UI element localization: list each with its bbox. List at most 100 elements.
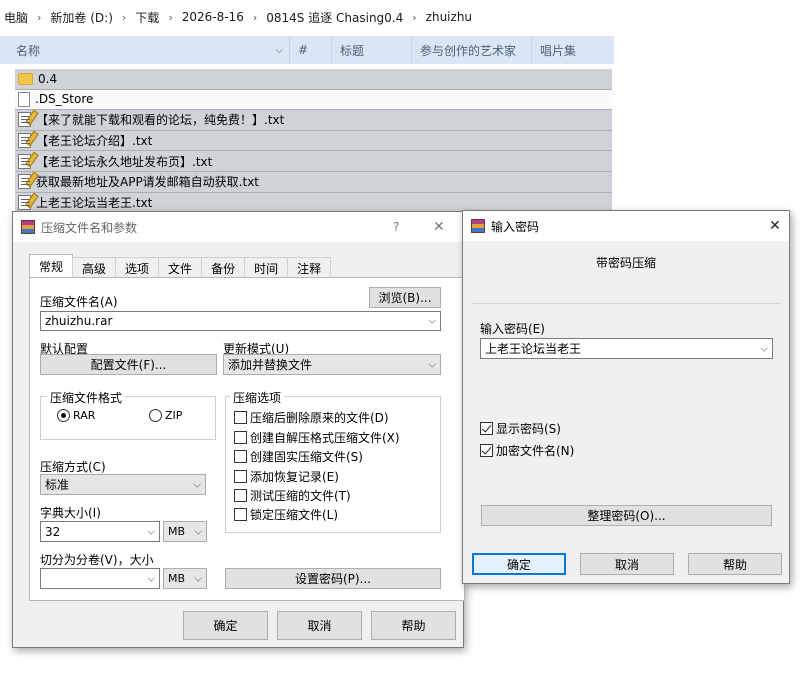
update-mode-value: 添加并替换文件 [228,358,313,372]
file-name: .DS_Store [35,92,94,107]
tab-files[interactable]: 文件 [158,257,203,278]
file-name: 【老王论坛介绍】.txt [36,134,153,149]
add-recovery-record-checkbox[interactable]: 添加恢复记录(E) [234,468,339,485]
browse-button[interactable]: 浏览(B)... [369,287,441,308]
close-icon[interactable]: ✕ [433,219,445,235]
column-album[interactable]: 唱片集 [532,36,614,64]
tab-general[interactable]: 常规 [29,254,74,278]
chevron-down-icon[interactable]: ⌵ [275,45,283,56]
help-icon[interactable]: ? [393,220,399,234]
password-cancel-button[interactable]: 取消 [580,553,674,575]
chevron-down-icon[interactable]: ⌵ [194,526,202,537]
dictionary-unit-value: MB [168,525,186,538]
tab-time[interactable]: 时间 [244,257,289,278]
column-title[interactable]: 标题 [332,36,412,64]
column-name[interactable]: 名称 ⌵ [0,36,290,64]
encrypt-file-names-label: 加密文件名(N) [496,444,575,458]
show-password-label: 显示密码(S) [496,422,561,436]
file-name: 上老王论坛当老王.txt [36,195,153,210]
archive-ok-button[interactable]: 确定 [183,611,268,640]
tab-options[interactable]: 选项 [115,257,160,278]
file-row[interactable]: 获取最新地址及APP请发邮箱自动获取.txt [15,171,612,193]
dictionary-unit-select[interactable]: MB ⌵ [163,521,207,542]
set-password-button[interactable]: 设置密码(P)... [225,568,441,589]
checkbox-icon [234,411,247,424]
update-mode-select[interactable]: 添加并替换文件 ⌵ [223,354,441,375]
chevron-right-icon: › [252,10,258,24]
archive-options-title: 压缩选项 [230,389,285,406]
text-file-icon [18,112,31,128]
password-dialog-titlebar[interactable]: 输入密码 ✕ [463,211,789,241]
password-label: 输入密码(E) [480,322,545,336]
split-size-combo[interactable]: ⌵ [40,568,160,589]
compression-method-label: 压缩方式(C) [40,460,106,474]
compression-method-value: 标准 [45,478,70,492]
file-row[interactable]: 【老王论坛介绍】.txt [15,130,612,152]
separator [471,303,781,304]
password-input[interactable]: 上老王论坛当老王 ⌵ [480,338,773,359]
chevron-down-icon[interactable]: ⌵ [760,343,768,354]
encrypt-file-names-checkbox[interactable]: 加密文件名(N) [480,442,574,459]
format-rar-radio[interactable]: RAR [57,409,95,422]
test-archived-files-checkbox[interactable]: 测试压缩的文件(T) [234,487,351,504]
breadcrumb-item[interactable]: 下载 [131,9,163,26]
breadcrumb-item[interactable]: 2026-8-16 [178,10,248,24]
format-zip-radio[interactable]: ZIP [149,409,182,422]
tab-backup[interactable]: 备份 [201,257,246,278]
password-ok-button[interactable]: 确定 [472,553,566,575]
breadcrumb-item[interactable]: zhuizhu [422,10,476,24]
password-dialog-header: 带密码压缩 [463,241,789,303]
archive-cancel-button[interactable]: 取消 [277,611,362,640]
option-label: 锁定压缩文件(L) [250,508,339,522]
archive-dialog-titlebar[interactable]: 压缩文件名和参数 ? ✕ [13,212,463,242]
file-row[interactable]: 【来了就能下载和观看的论坛，纯免费！】.txt [15,110,612,131]
tab-comment[interactable]: 注释 [287,257,332,278]
option-label: 测试压缩的文件(T) [250,489,351,503]
compression-method-select[interactable]: 标准 ⌵ [40,474,206,495]
file-row[interactable]: 【老王论坛永久地址发布页】.txt [15,151,612,172]
close-icon[interactable]: ✕ [769,218,781,234]
chevron-down-icon[interactable]: ⌵ [428,316,436,327]
chevron-right-icon: › [121,10,127,24]
dictionary-size-combo[interactable]: 32 ⌵ [40,521,160,542]
format-rar-label: RAR [73,409,96,422]
file-row[interactable]: .DS_Store [15,89,612,111]
file-name: 0.4 [38,71,58,86]
archive-help-button[interactable]: 帮助 [371,611,456,640]
option-label: 创建自解压格式压缩文件(X) [250,431,400,445]
breadcrumb-item[interactable]: 电脑 [0,9,32,26]
delete-after-archiving-checkbox[interactable]: 压缩后删除原来的文件(D) [234,409,389,426]
password-help-button[interactable]: 帮助 [688,553,782,575]
split-unit-select[interactable]: MB ⌵ [163,568,207,589]
chevron-down-icon[interactable]: ⌵ [193,479,201,490]
checkbox-icon [234,450,247,463]
breadcrumb-item[interactable]: 新加卷 (D:) [46,9,116,26]
chevron-down-icon[interactable]: ⌵ [194,573,202,584]
column-number-label: # [298,43,309,57]
chevron-down-icon[interactable]: ⌵ [147,573,155,584]
chevron-down-icon[interactable]: ⌵ [428,359,436,370]
text-file-icon [18,194,31,210]
chevron-right-icon: › [37,10,42,24]
archive-name-combo[interactable]: zhuizhu.rar ⌵ [40,311,441,331]
organize-passwords-button[interactable]: 整理密码(O)... [481,505,772,526]
create-sfx-checkbox[interactable]: 创建自解压格式压缩文件(X) [234,429,400,446]
column-album-label: 唱片集 [540,43,577,58]
winrar-icon [21,220,35,234]
show-password-checkbox[interactable]: 显示密码(S) [480,420,561,437]
lock-archive-checkbox[interactable]: 锁定压缩文件(L) [234,506,338,523]
checkbox-icon [234,431,247,444]
password-value: 上老王论坛当老王 [485,342,582,356]
archive-format-title: 压缩文件格式 [47,389,126,406]
column-number[interactable]: # [290,36,332,64]
breadcrumb-item[interactable]: 0814S 追逐 Chasing0.4 [262,9,407,26]
create-solid-checkbox[interactable]: 创建固实压缩文件(S) [234,448,363,465]
profiles-button[interactable]: 配置文件(F)... [40,354,217,375]
tab-advanced[interactable]: 高级 [72,257,117,278]
dictionary-size-value: 32 [45,524,61,539]
dictionary-size-label: 字典大小(I) [40,506,101,520]
column-artists[interactable]: 参与创作的艺术家 [412,36,532,64]
archive-parameters-dialog: 压缩文件名和参数 ? ✕ 常规 高级 选项 文件 备份 时间 注释 压缩文件名(… [12,211,465,648]
chevron-down-icon[interactable]: ⌵ [147,526,155,537]
file-row[interactable]: 0.4 [15,69,612,90]
